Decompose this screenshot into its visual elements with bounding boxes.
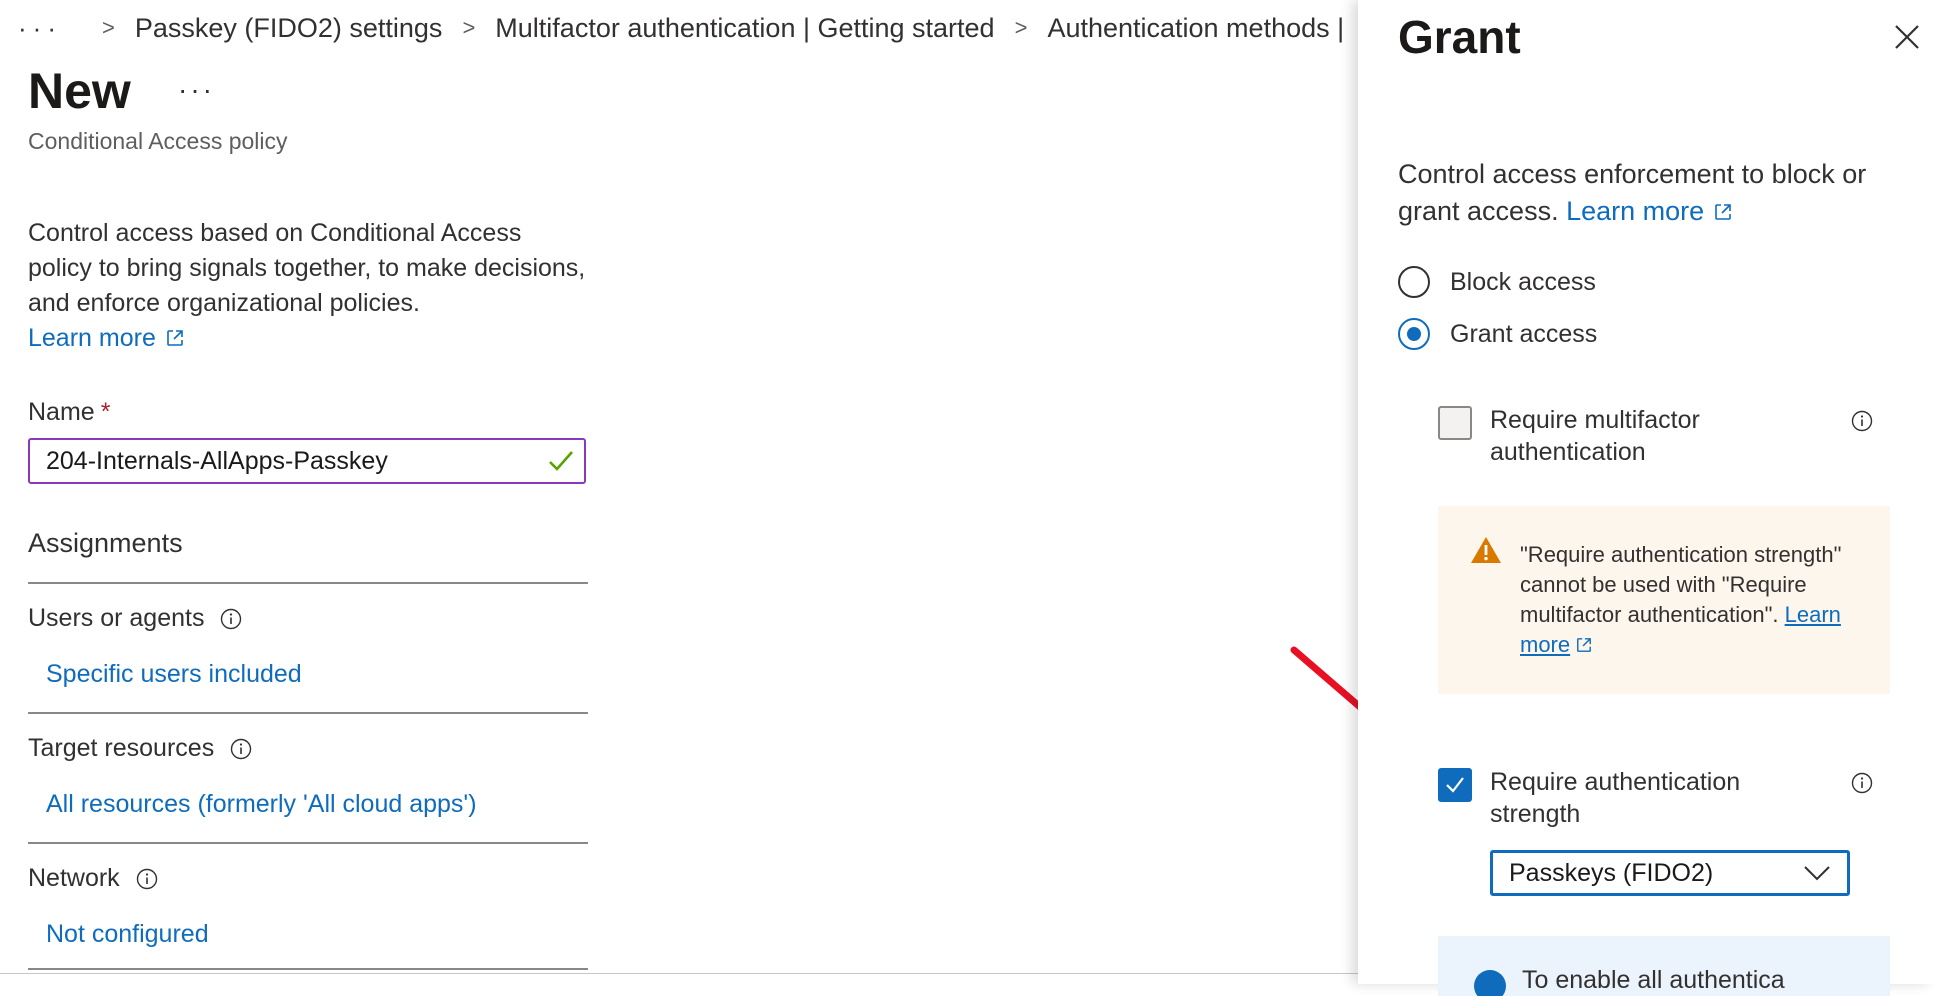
intro-learn-more-label: Learn more [28, 324, 156, 352]
breadcrumb-separator: > [462, 15, 476, 40]
divider [28, 712, 588, 714]
require-mfa-checkbox[interactable] [1438, 406, 1472, 440]
require-auth-strength-checkbox[interactable] [1438, 768, 1472, 802]
target-resources-value-link[interactable]: All resources (formerly 'All cloud apps'… [46, 790, 477, 819]
auth-strength-selected-value: Passkeys (FIDO2) [1509, 858, 1714, 887]
breadcrumb-separator: > [1014, 15, 1028, 40]
breadcrumb-item-authentication-methods[interactable]: Authentication methods | [1047, 13, 1344, 44]
info-icon[interactable] [1851, 772, 1873, 794]
breadcrumb-separator: > [101, 15, 115, 40]
target-resources-label-text: Target resources [28, 734, 215, 762]
network-value-link[interactable]: Not configured [46, 920, 209, 949]
name-label-text: Name [28, 398, 95, 426]
target-resources-section-label: Target resources [28, 734, 252, 763]
users-value-link[interactable]: Specific users included [46, 660, 302, 689]
external-link-icon [167, 330, 183, 346]
info-icon[interactable] [230, 738, 252, 760]
breadcrumb-item-mfa-getting-started[interactable]: Multifactor authentication | Getting sta… [495, 13, 994, 44]
policy-name-input[interactable] [30, 440, 516, 482]
chevron-down-icon [1804, 866, 1830, 881]
warning-message: "Require authentication strength" cannot… [1520, 540, 1860, 660]
breadcrumb-more-button[interactable]: ··· [18, 13, 62, 44]
auth-strength-dropdown[interactable]: Passkeys (FIDO2) [1490, 850, 1850, 896]
intro-description: Control access based on Conditional Acce… [28, 216, 588, 356]
external-link-icon [1577, 638, 1592, 652]
grant-panel: Grant Control access enforcement to bloc… [1358, 0, 1934, 996]
require-mfa-option[interactable]: Require multifactor authentication [1438, 404, 1898, 474]
network-section-label: Network [28, 864, 158, 893]
grant-access-radio[interactable] [1398, 318, 1430, 350]
divider [28, 582, 588, 584]
info-message-bar: To enable all authentica [1438, 936, 1890, 996]
require-auth-strength-label: Require authentication strength [1490, 768, 1741, 828]
grant-access-label: Grant access [1450, 319, 1598, 348]
users-label-text: Users or agents [28, 604, 205, 632]
intro-learn-more-link[interactable]: Learn more [28, 324, 184, 352]
divider [28, 842, 588, 844]
assignments-heading: Assignments [28, 528, 183, 558]
breadcrumb-item-passkey-settings[interactable]: Passkey (FIDO2) settings [135, 13, 443, 44]
breadcrumb: ··· > Passkey (FIDO2) settings > Multifa… [18, 8, 1344, 48]
required-indicator: * [100, 398, 111, 426]
grant-access-option[interactable]: Grant access [1398, 318, 1597, 350]
policy-name-field[interactable] [28, 438, 586, 484]
info-icon [1474, 970, 1506, 996]
warning-icon [1471, 537, 1501, 563]
network-label-text: Network [28, 864, 120, 892]
info-icon[interactable] [220, 608, 242, 630]
panel-description: Control access enforcement to block or g… [1398, 156, 1908, 230]
panel-learn-more-label: Learn more [1566, 196, 1705, 226]
warning-message-bar: "Require authentication strength" cannot… [1438, 506, 1890, 694]
divider [28, 968, 588, 970]
require-auth-strength-option[interactable]: Require authentication strength [1438, 766, 1898, 836]
page-subtitle: Conditional Access policy [28, 128, 288, 154]
page-bottom-border [0, 973, 1360, 974]
checkmark-icon [1446, 777, 1464, 793]
info-message-text: To enable all authentica [1522, 966, 1785, 994]
info-icon[interactable] [136, 868, 158, 890]
panel-learn-more-link[interactable]: Learn more [1566, 196, 1732, 226]
require-mfa-label: Require multifactor authentication [1490, 406, 1700, 466]
intro-text: Control access based on Conditional Acce… [28, 219, 586, 317]
info-icon[interactable] [1851, 410, 1873, 432]
panel-title: Grant [1398, 11, 1521, 63]
users-section-label: Users or agents [28, 604, 242, 633]
page-title: New [28, 63, 131, 119]
more-options-button[interactable]: ··· [178, 74, 215, 106]
name-field-label: Name * [28, 398, 110, 427]
close-icon[interactable] [1892, 22, 1922, 52]
checkmark-icon [549, 451, 573, 471]
block-access-option[interactable]: Block access [1398, 266, 1596, 298]
external-link-icon [1715, 204, 1731, 220]
block-access-label: Block access [1450, 267, 1596, 296]
block-access-radio[interactable] [1398, 266, 1430, 298]
